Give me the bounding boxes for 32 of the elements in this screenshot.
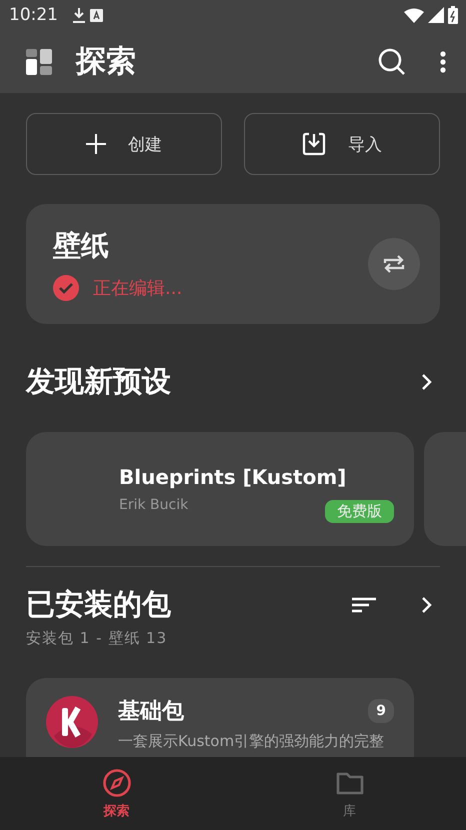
status-text: 正在编辑... — [93, 277, 182, 300]
app-logo-icon — [26, 48, 52, 74]
clock: 10:21 — [9, 5, 58, 25]
import-icon — [302, 132, 326, 156]
download-icon — [72, 7, 86, 23]
preset-author: Erik Bucik — [119, 497, 188, 513]
section-title: 发现新预设 — [26, 363, 172, 400]
plus-icon — [86, 134, 106, 154]
search-button[interactable] — [378, 48, 406, 76]
section-subtitle: 安装包 1 - 壁纸 13 — [26, 629, 168, 648]
sort-button[interactable] — [352, 596, 376, 614]
screen-title: 探索 — [76, 43, 137, 81]
signal-icon — [428, 7, 444, 23]
wifi-icon — [404, 8, 424, 22]
create-button[interactable]: 创建 — [26, 113, 222, 175]
keyboard-icon — [90, 8, 103, 22]
compass-icon — [102, 768, 132, 798]
more-options-button[interactable] — [440, 50, 446, 72]
count-badge: 9 — [368, 699, 394, 723]
preset-card[interactable]: Blueprints [Kustom] Erik Bucik 免费版 — [26, 432, 414, 546]
import-button[interactable]: 导入 — [244, 113, 440, 175]
package-logo-icon — [46, 696, 98, 748]
wallpaper-card[interactable]: 壁纸 正在编辑... — [26, 204, 440, 324]
section-title: 已安装的包 — [26, 586, 172, 623]
package-name: 基础包 — [118, 698, 184, 726]
free-tag: 免费版 — [325, 500, 394, 523]
package-card[interactable]: 基础包 9 一套展示Kustom引擎的强劲能力的完整 — [26, 678, 414, 757]
card-title: 壁纸 — [53, 228, 110, 264]
package-description: 一套展示Kustom引擎的强劲能力的完整 — [118, 732, 386, 751]
preset-title: Blueprints [Kustom] — [119, 465, 346, 489]
battery-icon — [448, 6, 458, 24]
nav-tab[interactable]: 探索 — [0, 757, 233, 830]
